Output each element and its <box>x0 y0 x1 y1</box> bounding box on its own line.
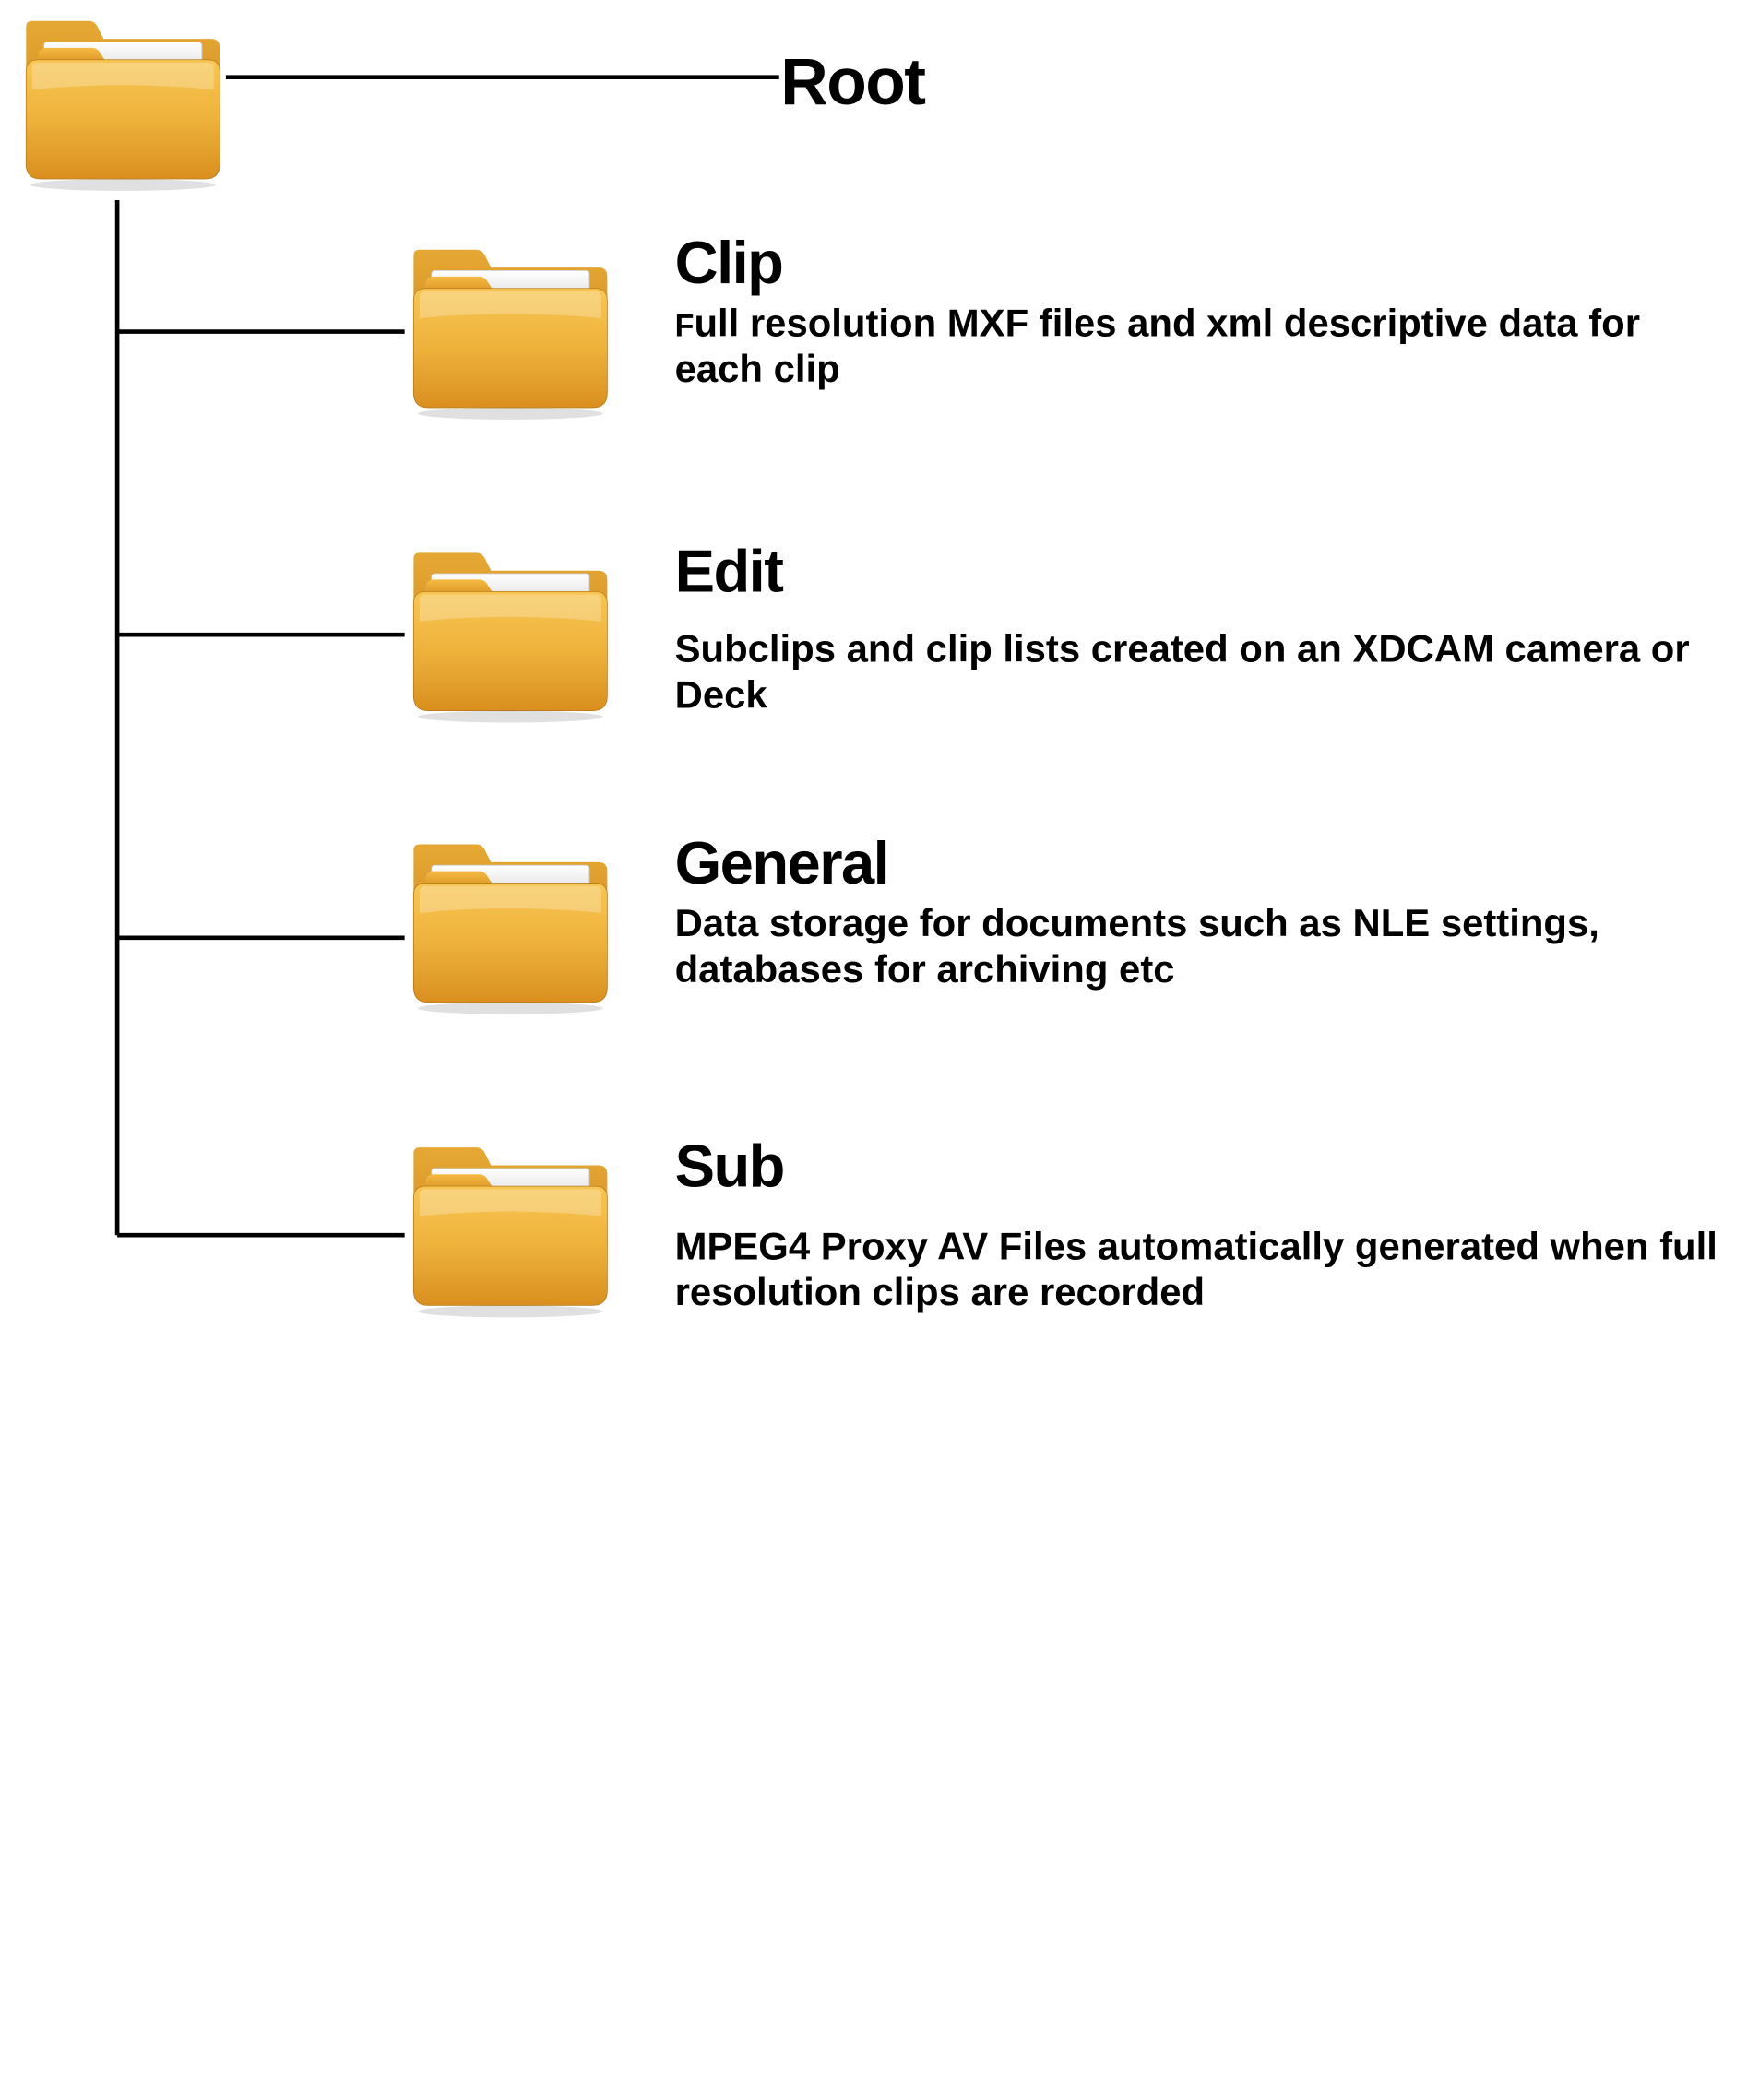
edit-description: Subclips and clip lists created on an XD… <box>675 626 1733 718</box>
clip-description: Full resolution MXF files and xml descri… <box>675 301 1733 393</box>
sub-title: Sub <box>675 1133 1733 1201</box>
edit-title: Edit <box>675 538 1733 606</box>
root-folder-icon <box>18 11 229 201</box>
general-label-block: General Data storage for documents such … <box>675 829 1733 993</box>
general-folder-icon <box>405 835 616 1025</box>
edit-label-block: Edit Subclips and clip lists created on … <box>675 538 1733 719</box>
edit-folder-icon <box>405 543 616 733</box>
sub-description: MPEG4 Proxy AV Files automatically gener… <box>675 1224 1733 1316</box>
clip-label-block: Clip Full resolution MXF files and xml d… <box>675 229 1733 393</box>
general-description: Data storage for documents such as NLE s… <box>675 901 1733 993</box>
sub-folder-icon <box>405 1138 616 1328</box>
clip-folder-icon <box>405 240 616 430</box>
root-label: Root <box>780 43 924 121</box>
sub-label-block: Sub MPEG4 Proxy AV Files automatically g… <box>675 1133 1733 1317</box>
general-title: General <box>675 829 1733 897</box>
clip-title: Clip <box>675 229 1733 297</box>
